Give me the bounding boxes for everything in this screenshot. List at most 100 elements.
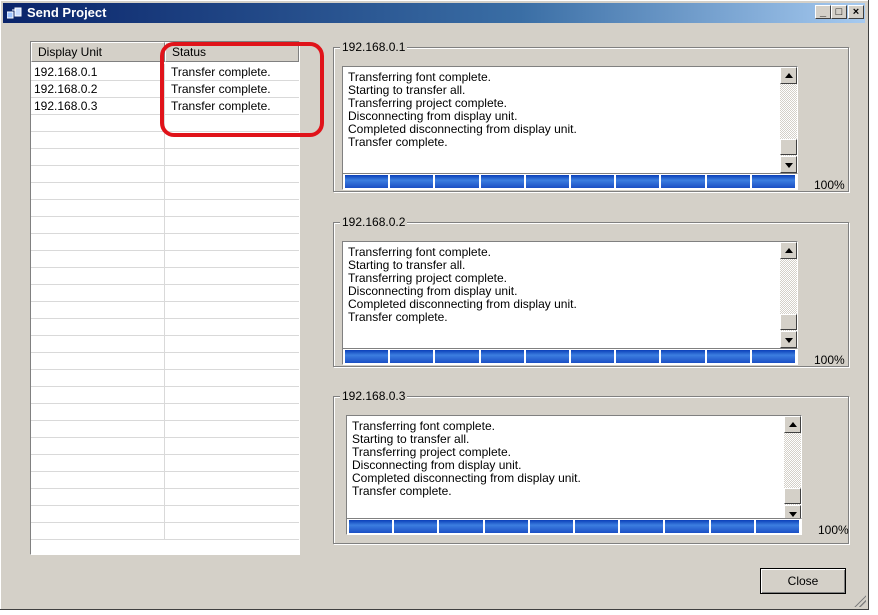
display-unit-cell: 192.168.0.1	[31, 64, 165, 80]
log-scrollbar[interactable]	[780, 67, 797, 173]
progress-fill	[349, 520, 800, 533]
arrow-up-icon	[785, 73, 793, 78]
progress-percent-label: 100%	[818, 523, 849, 537]
progress-segment	[345, 175, 389, 188]
status-cell	[165, 166, 299, 182]
maximize-button[interactable]: □	[831, 5, 847, 19]
display-unit-cell	[31, 370, 165, 386]
progress-segment	[349, 520, 393, 533]
display-unit-cell	[31, 115, 165, 131]
progress-segment	[749, 350, 796, 363]
progress-segment	[614, 350, 660, 363]
progress-segment	[659, 350, 705, 363]
display-unit-cell	[31, 268, 165, 284]
arrow-down-icon	[789, 512, 797, 517]
display-unit-cell	[31, 302, 165, 318]
progress-segment	[478, 350, 524, 363]
empty-row	[31, 353, 299, 370]
display-unit-cell	[31, 319, 165, 335]
status-cell	[165, 302, 299, 318]
transfer-log[interactable]: Transferring font complete. Starting to t…	[346, 415, 802, 523]
scroll-thumb[interactable]	[780, 139, 797, 155]
display-unit-cell	[31, 523, 165, 539]
maximize-icon: □	[835, 6, 843, 18]
scroll-up-button[interactable]	[784, 416, 801, 433]
progress-segment	[573, 520, 619, 533]
empty-row	[31, 336, 299, 353]
progress-segment	[614, 175, 660, 188]
close-window-button[interactable]: ×	[848, 5, 864, 19]
scroll-thumb[interactable]	[780, 314, 797, 330]
transfer-group: 192.168.0.2 Transferring font complete. St…	[333, 214, 849, 367]
log-text: Transferring font complete. Starting to t…	[348, 71, 773, 149]
close-button[interactable]: Close	[760, 568, 846, 594]
scroll-down-button[interactable]	[780, 331, 797, 348]
window-title: Send Project	[27, 5, 107, 20]
progress-segment	[753, 520, 800, 533]
status-cell	[165, 217, 299, 233]
display-unit-cell: 192.168.0.3	[31, 98, 165, 114]
progress-segment	[433, 350, 479, 363]
close-icon: ×	[852, 6, 860, 18]
progress-segment	[437, 520, 483, 533]
empty-row	[31, 489, 299, 506]
empty-row	[31, 421, 299, 438]
empty-row	[31, 404, 299, 421]
progress-fill	[345, 175, 796, 188]
transfer-log[interactable]: Transferring font complete. Starting to t…	[342, 241, 798, 349]
transfer-log[interactable]: Transferring font complete. Starting to t…	[342, 66, 798, 174]
empty-row	[31, 302, 299, 319]
minimize-button[interactable]: _	[815, 5, 831, 19]
progress-segment	[388, 175, 434, 188]
transfer-app-icon	[6, 6, 23, 20]
log-text: Transferring font complete. Starting to t…	[348, 246, 773, 324]
empty-row	[31, 183, 299, 200]
log-scrollbar[interactable]	[784, 416, 801, 522]
display-unit-cell	[31, 438, 165, 454]
group-label: 192.168.0.2	[340, 214, 408, 230]
display-unit-cell	[31, 489, 165, 505]
progress-segment	[708, 520, 754, 533]
log-scrollbar[interactable]	[780, 242, 797, 348]
title-bar[interactable]: Send Project _ □ ×	[3, 3, 865, 23]
status-cell	[165, 506, 299, 522]
scroll-down-button[interactable]	[780, 156, 797, 173]
progress-percent-label: 100%	[814, 178, 845, 192]
scroll-up-button[interactable]	[780, 67, 797, 84]
column-header-display-unit[interactable]: Display Unit	[31, 42, 165, 62]
status-cell	[165, 285, 299, 301]
empty-row	[31, 506, 299, 523]
group-label: 192.168.0.1	[340, 39, 408, 55]
empty-row	[31, 455, 299, 472]
empty-row	[31, 268, 299, 285]
status-cell	[165, 438, 299, 454]
transfer-progress-bar	[342, 348, 798, 365]
transfer-progress-bar	[342, 173, 798, 190]
empty-row	[31, 200, 299, 217]
progress-segment	[569, 350, 615, 363]
status-cell	[165, 149, 299, 165]
display-unit-cell	[31, 472, 165, 488]
log-line: Transfer complete.	[352, 484, 452, 498]
display-unit-cell: 192.168.0.2	[31, 81, 165, 97]
progress-segment	[704, 350, 750, 363]
send-project-window: Send Project _ □ × Display Unit Status 1…	[0, 0, 869, 610]
progress-segment	[704, 175, 750, 188]
minimize-icon: _	[819, 6, 827, 18]
scroll-thumb[interactable]	[784, 488, 801, 504]
empty-row	[31, 438, 299, 455]
empty-row	[31, 217, 299, 234]
display-unit-cell	[31, 285, 165, 301]
empty-row	[31, 251, 299, 268]
status-cell	[165, 200, 299, 216]
empty-row	[31, 149, 299, 166]
progress-segment	[523, 175, 570, 188]
empty-row	[31, 234, 299, 251]
resize-grip[interactable]	[854, 595, 866, 607]
progress-segment	[478, 175, 524, 188]
status-cell	[165, 523, 299, 539]
scroll-up-button[interactable]	[780, 242, 797, 259]
empty-row	[31, 387, 299, 404]
progress-percent-label: 100%	[814, 353, 845, 367]
status-cell	[165, 370, 299, 386]
